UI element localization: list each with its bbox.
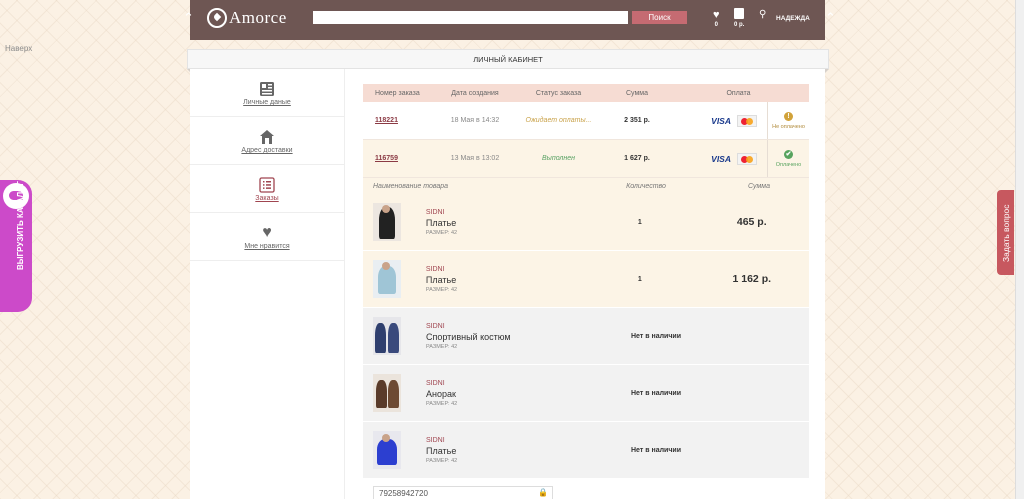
sidebar-item-delivery-address[interactable]: Адрес доставки bbox=[190, 117, 344, 165]
product-thumbnail[interactable] bbox=[373, 203, 401, 241]
product-brand: SIDNI bbox=[425, 208, 445, 216]
warning-icon: ! bbox=[784, 111, 793, 121]
order-row[interactable]: 118221 18 Мая в 14:32 Ожидает оплаты... … bbox=[363, 102, 809, 140]
cart-link[interactable]: 0 р. bbox=[734, 8, 744, 28]
product-size: РАЗМЕР: 42 bbox=[426, 343, 458, 350]
col-created-date: Дата создания bbox=[451, 89, 499, 97]
site-logo[interactable]: Amorce bbox=[207, 8, 287, 28]
sidebar-item-label: Адрес доставки bbox=[241, 147, 293, 154]
download-catalog-label[interactable]: ВЫГРУЗИТЬ КАТАЛОГ bbox=[16, 181, 25, 270]
favorites-link[interactable]: ♥ 0 bbox=[713, 9, 720, 28]
visa-logo[interactable]: VISA bbox=[711, 116, 731, 126]
ask-question-label[interactable]: Задать вопрос bbox=[1001, 205, 1011, 263]
product-name[interactable]: Платье bbox=[426, 275, 585, 285]
order-item[interactable]: SIDNI Анорак РАЗМЕР: 42 Нет в наличии bbox=[363, 365, 809, 422]
mastercard-logo[interactable] bbox=[737, 152, 757, 165]
orders-table-header: Номер заказа Дата создания Статус заказа… bbox=[363, 84, 809, 102]
sidebar-item-personal-data[interactable]: Личные даные bbox=[190, 69, 344, 117]
account-sidebar: Личные даные Адрес доставки Заказы ♥ Мне… bbox=[190, 69, 345, 499]
product-quantity: 1 bbox=[637, 218, 642, 226]
order-item[interactable]: SIDNI Платье РАЗМЕР: 42 1 465 р. bbox=[363, 194, 809, 251]
product-name[interactable]: Спортивный костюм bbox=[426, 332, 586, 342]
list-icon bbox=[259, 177, 275, 193]
orders-content: Номер заказа Дата создания Статус заказа… bbox=[363, 84, 809, 479]
col-order-number: Номер заказа bbox=[375, 89, 420, 97]
search-button[interactable]: Поиск bbox=[632, 11, 687, 24]
heart-icon: ♥ bbox=[713, 9, 720, 21]
payment-status-label: Оплачено bbox=[775, 161, 802, 168]
order-status: Ожидает оплаты... bbox=[525, 117, 592, 124]
product-thumbnail[interactable] bbox=[373, 431, 401, 469]
product-size: РАЗМЕР: 42 bbox=[426, 457, 458, 464]
payment-status: ! Не оплачено bbox=[767, 102, 809, 139]
chevron-up-icon-right[interactable]: ⌃ bbox=[825, 10, 836, 26]
product-name[interactable]: Платье bbox=[426, 446, 586, 456]
order-number-link[interactable]: 118221 bbox=[375, 117, 398, 124]
page-scrollbar[interactable] bbox=[1015, 0, 1024, 499]
sidebar-item-label: Мне нравится bbox=[244, 243, 290, 250]
col-item-sum: Сумма bbox=[748, 182, 770, 190]
logo-text: Amorce bbox=[229, 8, 287, 27]
order-status: Выполнен bbox=[542, 155, 575, 162]
order-item[interactable]: SIDNI Спортивный костюм РАЗМЕР: 42 Нет в… bbox=[363, 308, 809, 365]
product-availability: Нет в наличии bbox=[630, 332, 682, 340]
product-brand: SIDNI bbox=[426, 322, 445, 330]
order-item[interactable]: SIDNI Платье РАЗМЕР: 42 1 1 162 р. bbox=[363, 251, 809, 308]
order-number-link[interactable]: 116759 bbox=[375, 155, 398, 162]
order-row[interactable]: 116759 13 Мая в 13:02 Выполнен 1 627 р. … bbox=[363, 140, 809, 178]
sidebar-item-orders[interactable]: Заказы bbox=[190, 165, 344, 213]
product-size: РАЗМЕР: 42 bbox=[425, 229, 458, 236]
mastercard-logo[interactable] bbox=[737, 114, 757, 127]
visa-logo[interactable]: VISA bbox=[711, 154, 731, 164]
checkmark-icon: ✔ bbox=[784, 149, 793, 159]
house-icon bbox=[259, 129, 275, 145]
sidebar-item-label: Личные даные bbox=[243, 99, 291, 106]
lock-icon: 🔒 bbox=[538, 488, 548, 497]
payment-status: ✔ Оплачено bbox=[767, 140, 809, 177]
col-payment: Оплата bbox=[726, 89, 751, 97]
product-thumbnail[interactable] bbox=[373, 260, 401, 298]
order-date: 13 Мая в 13:02 bbox=[450, 155, 500, 162]
product-brand: SIDNI bbox=[425, 265, 445, 273]
user-name[interactable]: НАДЕЖДА bbox=[776, 15, 810, 22]
back-to-top-link[interactable]: Наверх bbox=[5, 44, 32, 53]
shopping-bag-icon bbox=[734, 8, 745, 19]
phone-value: 79258942720 bbox=[379, 489, 428, 498]
product-brand: SIDNI bbox=[426, 436, 445, 444]
product-availability: Нет в наличии bbox=[630, 389, 682, 397]
order-item[interactable]: SIDNI Платье РАЗМЕР: 42 Нет в наличии bbox=[363, 422, 809, 479]
product-name[interactable]: Платье bbox=[426, 218, 585, 228]
phone-field[interactable]: 79258942720 🔒 bbox=[373, 486, 553, 499]
col-sum: Сумма bbox=[626, 89, 648, 97]
product-size: РАЗМЕР: 42 bbox=[425, 286, 458, 293]
product-price: 465 р. bbox=[736, 216, 767, 228]
product-availability: Нет в наличии bbox=[630, 446, 682, 454]
product-size: РАЗМЕР: 42 bbox=[426, 400, 458, 407]
col-quantity: Количество bbox=[626, 182, 666, 190]
order-sum: 1 627 р. bbox=[624, 155, 650, 162]
favorites-count: 0 bbox=[714, 22, 718, 28]
product-name[interactable]: Анорак bbox=[426, 389, 586, 399]
product-thumbnail[interactable] bbox=[373, 317, 401, 355]
items-table-header: Наименование товара Количество Сумма bbox=[363, 178, 809, 194]
sidebar-item-favorites[interactable]: ♥ Мне нравится bbox=[190, 213, 344, 261]
payment-status-label: Не оплачено bbox=[772, 123, 805, 130]
product-quantity: 1 bbox=[637, 275, 642, 283]
col-item-name: Наименование товара bbox=[373, 182, 449, 190]
cart-sum: 0 р. bbox=[734, 22, 745, 28]
heart-icon: ♥ bbox=[262, 224, 272, 241]
page-title: ЛИЧНЫЙ КАБИНЕТ bbox=[187, 49, 829, 73]
search-input[interactable] bbox=[313, 11, 628, 24]
product-brand: SIDNI bbox=[426, 379, 445, 387]
order-sum: 2 351 р. bbox=[624, 117, 650, 124]
sidebar-item-label: Заказы bbox=[255, 195, 279, 202]
col-status: Статус заказа bbox=[535, 89, 582, 97]
profile-card-icon bbox=[259, 81, 275, 97]
user-key-icon[interactable]: ⚲ bbox=[759, 9, 766, 20]
product-price: 1 162 р. bbox=[732, 273, 772, 285]
order-date: 18 Мая в 14:32 bbox=[450, 117, 500, 124]
logo-heart-icon bbox=[207, 8, 227, 28]
chevron-up-icon[interactable]: ⌃ bbox=[183, 10, 194, 26]
product-thumbnail[interactable] bbox=[373, 374, 401, 412]
